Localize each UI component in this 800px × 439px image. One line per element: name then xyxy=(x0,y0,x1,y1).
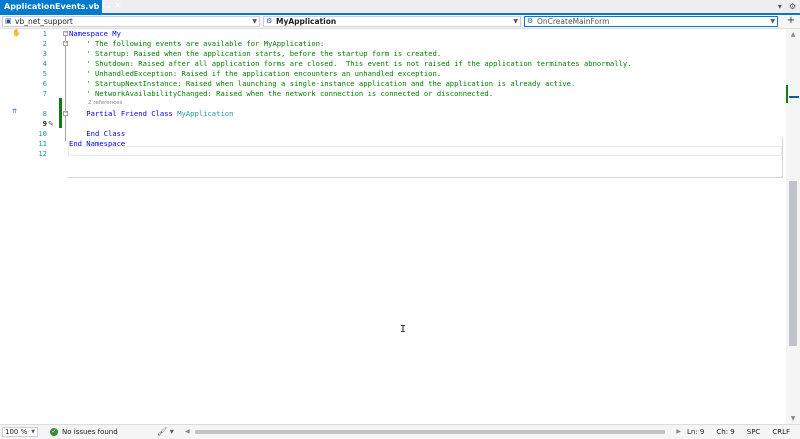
code-line[interactable]: 1 Namespace My xyxy=(0,29,786,39)
code-token: ' UnhandledException: Raised if the appl… xyxy=(69,69,442,78)
scrollbar-caret-marker xyxy=(789,96,799,98)
split-window-plus-icon[interactable]: + xyxy=(784,16,798,27)
code-token: ' Startup: Raised when the application s… xyxy=(69,49,442,58)
code-text: Partial Friend Class MyApplication xyxy=(69,109,233,119)
code-line[interactable]: 8 Partial Friend Class MyApplication xyxy=(0,109,786,119)
code-line[interactable]: 12 xyxy=(0,149,786,159)
text-cursor-icon: I xyxy=(400,324,407,335)
code-line[interactable]: 2 ' The following events are available f… xyxy=(0,39,786,49)
type-dropdown[interactable]: ⚙ MyApplication ▼ xyxy=(263,16,521,27)
zoom-dropdown[interactable]: 100 % ▼ xyxy=(2,427,38,437)
code-token: ' NetworkAvailabilityChanged: Raised whe… xyxy=(69,89,494,98)
code-token: ' Shutdown: Raised after all application… xyxy=(69,59,632,68)
line-number-gutter: 12 xyxy=(38,149,47,158)
code-text: ' The following events are available for… xyxy=(69,39,324,49)
line-number-gutter: 11 xyxy=(38,139,47,148)
close-icon[interactable]: ✕ xyxy=(114,2,122,11)
code-token: ' The following events are available for… xyxy=(69,39,325,48)
column-number[interactable]: Ch: 9 xyxy=(716,428,734,436)
whitespace-mode[interactable]: SPC xyxy=(747,428,761,436)
project-dropdown[interactable]: ▣ vb_net_support ▼ xyxy=(2,16,260,27)
tab-title: ApplicationEvents.vb xyxy=(4,2,100,11)
project-name: vb_net_support xyxy=(15,17,73,26)
code-line[interactable]: 7 ' NetworkAvailabilityChanged: Raised w… xyxy=(0,89,786,99)
class-icon: ⚙ xyxy=(266,17,273,25)
member-name: OnCreateMainForm xyxy=(537,17,610,26)
line-number-gutter: 2 xyxy=(42,39,47,48)
code-token: End Class xyxy=(69,129,126,138)
line-number-gutter: 8 xyxy=(42,109,47,118)
zoom-level: 100 % xyxy=(5,428,28,436)
horizontal-scrollbar[interactable]: ◀ ▶ xyxy=(181,428,681,436)
tab-strip-controls: ▾ ⚙ xyxy=(778,0,796,13)
chevron-down-icon: ▼ xyxy=(252,18,257,25)
code-text: ' Shutdown: Raised after all application… xyxy=(69,59,632,69)
line-number-gutter: 5 xyxy=(42,69,47,78)
code-text: End Namespace xyxy=(69,139,125,149)
settings-gear-icon[interactable]: ⚙ xyxy=(789,2,796,11)
member-dropdown[interactable]: ⚙ OnCreateMainForm ▼ xyxy=(524,16,778,27)
code-line[interactable]: 9 xyxy=(0,119,786,129)
scrollbar-change-marker xyxy=(786,85,788,103)
type-name: MyApplication xyxy=(276,17,337,26)
code-text: ' StartupNextInstance: Raised when launc… xyxy=(69,79,575,89)
tab-dropdown-icon[interactable]: ▾ xyxy=(778,2,782,11)
codelens-references[interactable]: 2 references xyxy=(88,98,122,108)
line-number-gutter: 10 xyxy=(38,129,47,138)
pin-icon[interactable]: ⊸ xyxy=(104,3,110,11)
scroll-left-icon[interactable]: ◀ xyxy=(185,428,190,436)
method-icon: ⚙ xyxy=(527,17,534,25)
code-line[interactable]: 11 End Namespace xyxy=(0,139,786,149)
code-text: ' UnhandledException: Raised if the appl… xyxy=(69,69,441,79)
code-line[interactable]: 10 End Class xyxy=(0,129,786,139)
quick-action-pencil-icon[interactable]: ✎ xyxy=(48,120,54,128)
scrollbar-thumb[interactable] xyxy=(789,181,797,346)
chevron-down-icon: ▼ xyxy=(513,18,518,25)
issues-indicator[interactable]: ✓ No issues found xyxy=(50,427,118,437)
line-ending[interactable]: CRLF xyxy=(772,428,790,436)
line-number-gutter: 9 xyxy=(42,119,47,128)
code-token: Namespace My xyxy=(69,29,121,38)
code-cleanup-brush-icon[interactable]: 🖌 ▾ xyxy=(157,427,174,436)
scroll-right-icon[interactable]: ▶ xyxy=(676,428,681,436)
editor-status-bar: 100 % ▼ ✓ No issues found 🖌 ▾ ◀ ▶ Ln: 9 … xyxy=(0,424,800,439)
code-line[interactable]: 5 ' UnhandledException: Raised if the ap… xyxy=(0,69,786,79)
vertical-scrollbar[interactable]: ▲ ▼ xyxy=(786,29,800,424)
scroll-down-icon[interactable]: ▼ xyxy=(786,415,800,422)
chevron-down-icon: ▼ xyxy=(770,18,775,25)
code-text: ' Startup: Raised when the application s… xyxy=(69,49,441,59)
line-number-gutter: 3 xyxy=(42,49,47,58)
check-icon: ✓ xyxy=(50,428,58,436)
line-number-gutter: 6 xyxy=(42,79,47,88)
change-indicator xyxy=(59,98,62,108)
code-line[interactable]: 4 ' Shutdown: Raised after all applicati… xyxy=(0,59,786,69)
issues-text: No issues found xyxy=(62,428,118,436)
code-text: End Class xyxy=(69,129,125,139)
line-number[interactable]: Ln: 9 xyxy=(687,428,704,436)
chevron-down-icon: ▼ xyxy=(31,429,35,435)
tab-application-events[interactable]: ApplicationEvents.vb ⊸ ✕ xyxy=(0,0,122,13)
code-token: End Namespace xyxy=(69,139,126,148)
navigation-bar: ▣ vb_net_support ▼ ⚙ MyApplication ▼ ⚙ O… xyxy=(0,15,800,29)
line-number-gutter: 4 xyxy=(42,59,47,68)
code-line[interactable]: 6 ' StartupNextInstance: Raised when lau… xyxy=(0,79,786,89)
code-token: ' StartupNextInstance: Raised when launc… xyxy=(69,79,576,88)
code-line[interactable]: 3 ' Startup: Raised when the application… xyxy=(0,49,786,59)
line-number-gutter: 1 xyxy=(42,29,47,38)
code-token: Partial Friend Class xyxy=(69,109,178,118)
code-token: MyApplication xyxy=(177,109,234,118)
horizontal-scrollbar-thumb[interactable] xyxy=(195,430,665,434)
line-number-gutter: 7 xyxy=(42,89,47,98)
scroll-up-icon[interactable]: ▲ xyxy=(786,31,800,38)
document-tab-strip: ApplicationEvents.vb ⊸ ✕ ▾ ⚙ xyxy=(0,0,800,15)
code-editor[interactable]: ✋ ⇈ − − − 2 references 1 Namespace My 2 ' … xyxy=(0,29,786,424)
caret-info: Ln: 9 Ch: 9 SPC CRLF xyxy=(687,427,790,437)
code-text: Namespace My xyxy=(69,29,121,39)
code-text: ' NetworkAvailabilityChanged: Raised whe… xyxy=(69,89,493,99)
vb-project-icon: ▣ xyxy=(5,17,12,25)
